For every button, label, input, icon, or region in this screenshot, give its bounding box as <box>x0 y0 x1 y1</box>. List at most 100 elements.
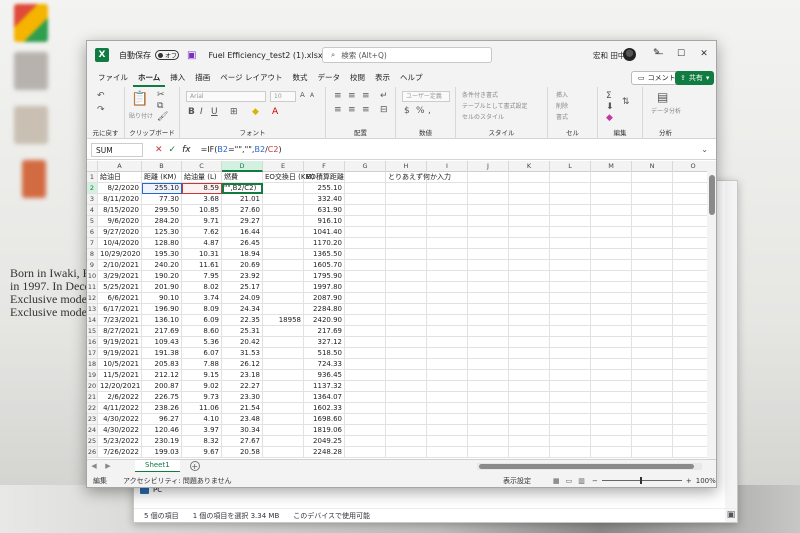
sheet-tab[interactable]: Sheet1 <box>135 459 180 473</box>
cell[interactable] <box>263 293 304 304</box>
cell[interactable]: 90.10 <box>142 293 182 304</box>
cell[interactable]: 109.43 <box>142 337 182 348</box>
cell[interactable] <box>427 359 468 370</box>
cell[interactable]: 9/27/2020 <box>98 227 142 238</box>
cell[interactable]: 916.10 <box>304 216 345 227</box>
cell[interactable] <box>345 381 386 392</box>
cell[interactable] <box>509 172 550 183</box>
cell[interactable] <box>591 337 632 348</box>
cell[interactable] <box>386 315 427 326</box>
cell[interactable] <box>386 337 427 348</box>
cell[interactable]: 332.40 <box>304 194 345 205</box>
underline-icon[interactable]: U <box>211 107 218 117</box>
format-painter-icon[interactable]: 🖌 <box>157 112 168 122</box>
cell[interactable] <box>468 425 509 436</box>
cell[interactable]: 3.68 <box>182 194 222 205</box>
cell[interactable]: 120.46 <box>142 425 182 436</box>
cell[interactable]: 240.20 <box>142 260 182 271</box>
cell[interactable]: 23.48 <box>222 414 263 425</box>
cell[interactable] <box>632 216 673 227</box>
page-break-icon[interactable]: ▥ <box>578 477 585 485</box>
cell[interactable]: 29.27 <box>222 216 263 227</box>
cell[interactable]: 9/19/2021 <box>98 348 142 359</box>
cell[interactable] <box>591 392 632 403</box>
cell[interactable] <box>550 282 591 293</box>
scroll-thumb[interactable] <box>709 175 715 215</box>
cell[interactable]: 1170.20 <box>304 238 345 249</box>
cell[interactable]: 24.34 <box>222 304 263 315</box>
cell[interactable] <box>263 381 304 392</box>
cell[interactable]: 1605.70 <box>304 260 345 271</box>
cell[interactable]: 2/6/2022 <box>98 392 142 403</box>
cell[interactable] <box>386 260 427 271</box>
cell[interactable] <box>673 315 707 326</box>
cell[interactable]: 1698.60 <box>304 414 345 425</box>
font-name-field[interactable]: Arial <box>186 91 266 102</box>
cell[interactable] <box>345 216 386 227</box>
cell[interactable] <box>673 205 707 216</box>
cell[interactable] <box>386 238 427 249</box>
cell[interactable]: 27.60 <box>222 205 263 216</box>
cell[interactable] <box>509 359 550 370</box>
cell[interactable] <box>591 293 632 304</box>
cell[interactable] <box>345 271 386 282</box>
column-header-e[interactable]: E <box>263 161 304 172</box>
cell[interactable] <box>632 227 673 238</box>
cell[interactable] <box>591 315 632 326</box>
row-header[interactable]: 3 <box>87 194 98 205</box>
cell[interactable] <box>263 216 304 227</box>
cell[interactable]: 18958 <box>263 315 304 326</box>
cell[interactable] <box>632 304 673 315</box>
cell[interactable]: 327.12 <box>304 337 345 348</box>
cell[interactable] <box>468 194 509 205</box>
cell[interactable] <box>632 359 673 370</box>
cell[interactable] <box>509 249 550 260</box>
cell[interactable] <box>263 227 304 238</box>
cell[interactable] <box>468 293 509 304</box>
cell[interactable] <box>345 337 386 348</box>
cell[interactable]: 9/19/2021 <box>98 337 142 348</box>
cell[interactable] <box>468 381 509 392</box>
row-header[interactable]: 16 <box>87 337 98 348</box>
cell[interactable]: 12/20/2021 <box>98 381 142 392</box>
delete-cells-button[interactable]: 削除 <box>556 101 568 110</box>
avatar[interactable] <box>623 48 636 61</box>
cell[interactable]: 7.62 <box>182 227 222 238</box>
cell[interactable]: 9.71 <box>182 216 222 227</box>
row-header[interactable]: 23 <box>87 414 98 425</box>
vertical-scrollbar[interactable] <box>707 161 716 459</box>
cell[interactable] <box>427 271 468 282</box>
cell[interactable] <box>427 216 468 227</box>
cell[interactable] <box>509 282 550 293</box>
format-cells-button[interactable]: 書式 <box>556 112 568 121</box>
data-analysis-icon[interactable]: ▤ <box>657 90 668 104</box>
sheet-next-icon[interactable]: ▶ <box>101 462 115 470</box>
cell[interactable] <box>468 337 509 348</box>
column-header-i[interactable]: I <box>427 161 468 172</box>
cell[interactable] <box>468 348 509 359</box>
cell[interactable] <box>632 271 673 282</box>
cell[interactable]: 24.09 <box>222 293 263 304</box>
cell[interactable]: 1137.32 <box>304 381 345 392</box>
cell[interactable]: 31.53 <box>222 348 263 359</box>
file-name[interactable]: Fuel Efficiency_test2 (1).xlsx <box>208 51 322 60</box>
cell[interactable]: 2/10/2021 <box>98 260 142 271</box>
cell[interactable] <box>386 447 427 458</box>
cell[interactable] <box>427 348 468 359</box>
row-header[interactable]: 20 <box>87 381 98 392</box>
enter-icon[interactable]: ✓ <box>169 145 177 155</box>
cell[interactable] <box>263 436 304 447</box>
cell[interactable] <box>632 403 673 414</box>
cell[interactable] <box>509 337 550 348</box>
font-size-field[interactable]: 10 <box>270 91 296 102</box>
cell[interactable] <box>591 414 632 425</box>
cell[interactable] <box>550 293 591 304</box>
cell[interactable] <box>550 249 591 260</box>
cell[interactable] <box>386 205 427 216</box>
cell[interactable] <box>591 359 632 370</box>
cell[interactable] <box>632 260 673 271</box>
cell[interactable] <box>550 183 591 194</box>
column-header-d[interactable]: D <box>222 161 263 172</box>
cell[interactable] <box>591 425 632 436</box>
cell[interactable] <box>632 172 673 183</box>
